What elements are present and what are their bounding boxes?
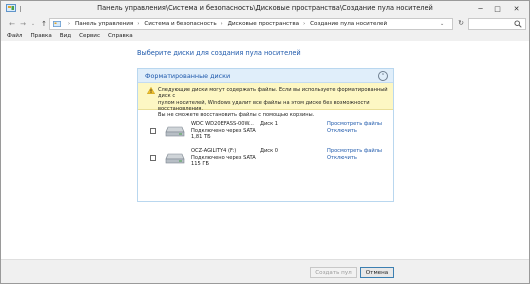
hard-drive-icon xyxy=(165,153,185,164)
address-row: ← → ⌄ ↑ › Панель управления › Система и … xyxy=(1,17,529,31)
back-button[interactable]: ← xyxy=(7,19,17,29)
close-button[interactable]: ✕ xyxy=(506,2,527,15)
search-icon xyxy=(514,20,522,28)
window-title: Панель управления\Система и безопасность… xyxy=(97,4,433,12)
collapse-button[interactable]: ⌃ xyxy=(378,71,388,81)
view-files-link[interactable]: Просмотреть файлы xyxy=(327,121,382,128)
disk-size: 115 ГБ xyxy=(191,161,209,167)
breadcrumb-item-create-pool[interactable]: Создание пула носителей xyxy=(310,21,387,27)
panel-title: Форматированные диски xyxy=(145,72,231,80)
menu-item-edit[interactable]: Правка xyxy=(30,31,51,41)
storage-spaces-window: Панель управления\Система и безопасность… xyxy=(0,0,530,284)
address-bar[interactable]: › Панель управления › Система и безопасн… xyxy=(49,18,453,30)
footer-bar: Создать пул Отмена xyxy=(1,259,529,283)
disk-row: WDC WD20EFASS-00W... Подключено через SA… xyxy=(138,121,393,143)
disk-checkbox[interactable] xyxy=(150,128,156,134)
title-bar: Панель управления\Система и безопасность… xyxy=(1,1,529,17)
recent-locations-button[interactable]: ⌄ xyxy=(28,19,38,29)
disconnect-link[interactable]: Отключить xyxy=(327,155,382,162)
disk-name: WDC WD20EFASS-00W... xyxy=(191,121,254,127)
create-pool-button[interactable]: Создать пул xyxy=(310,267,357,278)
disk-actions: Просмотреть файлы Отключить xyxy=(327,121,382,134)
up-button[interactable]: ↑ xyxy=(39,19,49,29)
breadcrumb-item-system-security[interactable]: Система и безопасность xyxy=(144,21,216,27)
disk-number: Диск 0 xyxy=(260,148,279,154)
forward-button[interactable]: → xyxy=(18,19,28,29)
disk-number: Диск 1 xyxy=(260,121,279,127)
view-files-link[interactable]: Просмотреть файлы xyxy=(327,148,382,155)
control-panel-icon xyxy=(53,21,61,27)
warning-text: Следующие диски могут содержать файлы. Е… xyxy=(158,87,388,119)
search-input[interactable] xyxy=(468,18,526,30)
main-content: Выберите диски для создания пула носител… xyxy=(1,41,529,259)
warning-icon xyxy=(147,87,155,94)
minimize-button[interactable]: ─ xyxy=(472,2,489,15)
refresh-button[interactable]: ↻ xyxy=(456,19,466,29)
disconnect-link[interactable]: Отключить xyxy=(327,128,382,135)
breadcrumb-separator: › xyxy=(68,21,70,27)
breadcrumb-separator[interactable]: › xyxy=(221,21,223,27)
maximize-button[interactable]: □ xyxy=(489,2,506,15)
breadcrumb: › Панель управления › Система и безопасн… xyxy=(64,21,387,27)
breadcrumb-item-storage-spaces[interactable]: Дисковые пространства xyxy=(228,21,299,27)
disk-details: OCZ-AGILITY4 (F:) Подключено через SATA … xyxy=(191,148,256,168)
cancel-button[interactable]: Отмена xyxy=(360,267,394,278)
address-dropdown-button[interactable]: ⌄ xyxy=(440,21,444,27)
hard-drive-icon xyxy=(165,126,185,137)
disk-size: 1,81 ТБ xyxy=(191,134,211,140)
menu-item-file[interactable]: Файл xyxy=(7,31,22,41)
disk-details: WDC WD20EFASS-00W... Подключено через SA… xyxy=(191,121,256,141)
breadcrumb-separator[interactable]: › xyxy=(137,21,139,27)
menu-bar: Файл Правка Вид Сервис Справка xyxy=(1,31,529,41)
formatted-disks-panel: Форматированные диски ⌃ Следующие диски … xyxy=(137,68,394,202)
disk-actions: Просмотреть файлы Отключить xyxy=(327,148,382,161)
menu-item-tools[interactable]: Сервис xyxy=(79,31,100,41)
panel-header[interactable]: Форматированные диски ⌃ xyxy=(138,69,393,83)
disk-row: OCZ-AGILITY4 (F:) Подключено через SATA … xyxy=(138,148,393,170)
menu-item-help[interactable]: Справка xyxy=(108,31,133,41)
breadcrumb-item-control-panel[interactable]: Панель управления xyxy=(75,21,133,27)
disk-checkbox[interactable] xyxy=(150,155,156,161)
warning-banner: Следующие диски могут содержать файлы. Е… xyxy=(138,83,393,118)
page-title: Выберите диски для создания пула носител… xyxy=(137,49,301,57)
menu-item-view[interactable]: Вид xyxy=(60,31,71,41)
breadcrumb-separator[interactable]: › xyxy=(303,21,305,27)
